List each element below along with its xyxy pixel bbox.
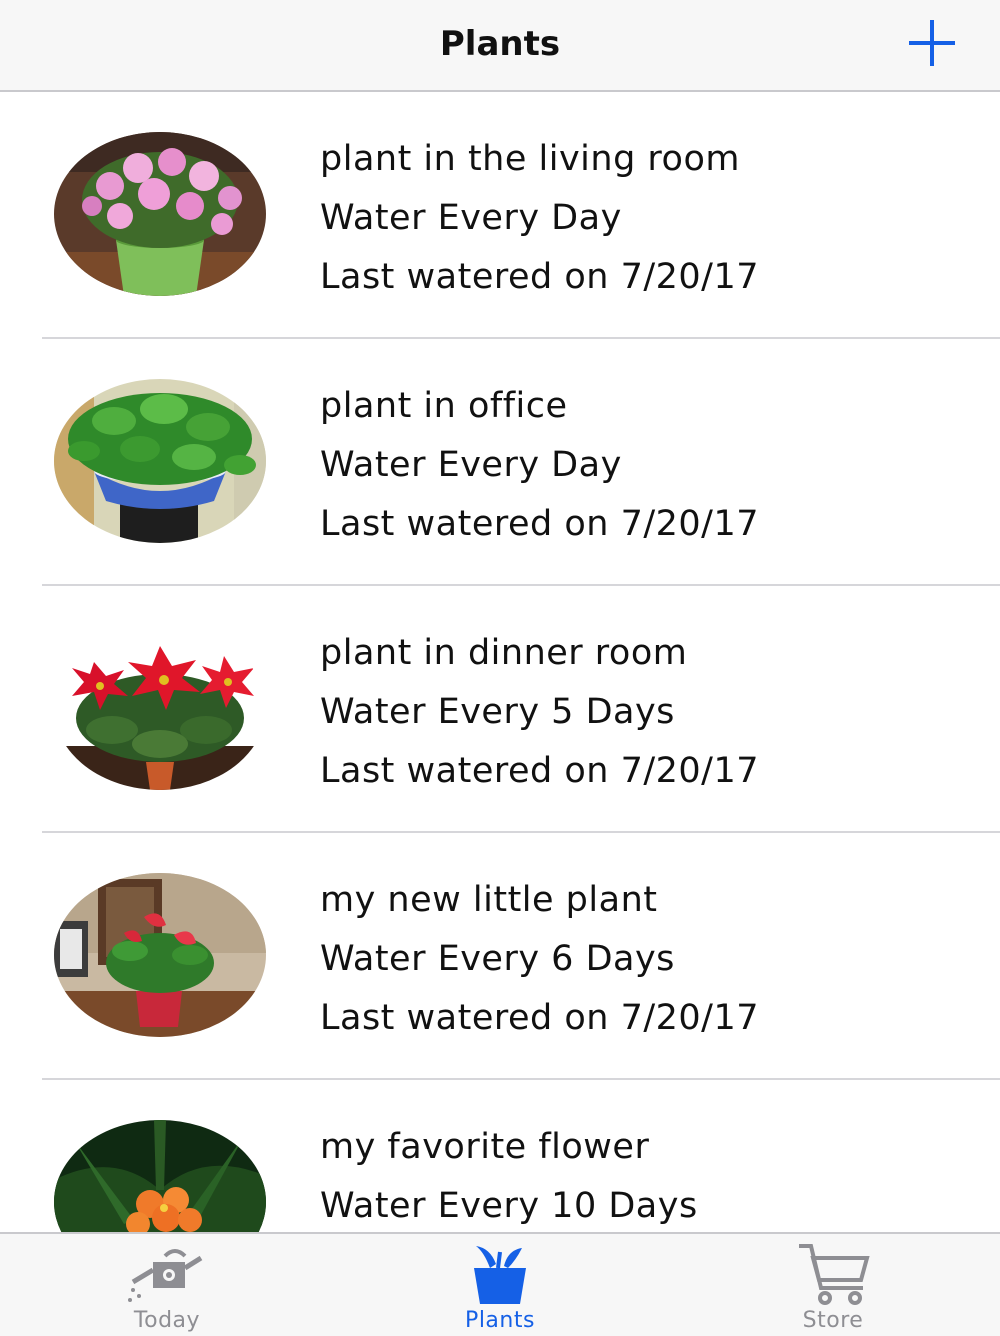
tab-today[interactable]: Today bbox=[67, 1234, 267, 1336]
flower-pot-icon bbox=[474, 1246, 526, 1304]
plant-row[interactable]: plant in the living room Water Every Day… bbox=[0, 92, 1000, 339]
last-watered-date: Last watered on 7/20/17 bbox=[320, 504, 760, 544]
plant-row[interactable]: plant in office Water Every Day Last wat… bbox=[0, 339, 1000, 586]
last-watered-date: Last watered on 7/20/17 bbox=[320, 257, 760, 297]
plant-name: my new little plant bbox=[320, 880, 658, 920]
tab-label: Today bbox=[133, 1308, 201, 1333]
shopping-cart-icon bbox=[799, 1244, 870, 1305]
plant-name: plant in office bbox=[320, 386, 568, 426]
plant-name: plant in dinner room bbox=[320, 633, 688, 673]
add-plant-button[interactable] bbox=[906, 20, 958, 66]
watering-frequency: Water Every Day bbox=[320, 198, 622, 238]
plant-row[interactable]: plant in dinner room Water Every 5 Days … bbox=[0, 586, 1000, 833]
page-title: Plants bbox=[439, 24, 561, 64]
pink-azalea-photo bbox=[54, 132, 266, 296]
watering-can-icon bbox=[128, 1249, 203, 1302]
plant-name: plant in the living room bbox=[320, 139, 740, 179]
plant-row[interactable]: my new little plant Water Every 6 Days L… bbox=[0, 833, 1000, 1080]
plus-icon bbox=[909, 20, 955, 66]
last-watered-date: Last watered on 7/20/17 bbox=[320, 751, 760, 791]
tab-label: Store bbox=[802, 1308, 864, 1333]
watering-frequency: Water Every Day bbox=[320, 445, 622, 485]
pothos-photo bbox=[54, 379, 266, 543]
anthurium-photo bbox=[54, 873, 266, 1037]
watering-frequency: Water Every 6 Days bbox=[320, 939, 675, 979]
clivia-photo bbox=[54, 1120, 266, 1232]
tab-plants[interactable]: Plants bbox=[400, 1234, 600, 1336]
tab-label: Plants bbox=[465, 1308, 535, 1333]
tab-store[interactable]: Store bbox=[733, 1234, 933, 1336]
watering-frequency: Water Every 10 Days bbox=[320, 1186, 698, 1226]
plant-name: my favorite flower bbox=[320, 1127, 650, 1167]
watering-frequency: Water Every 5 Days bbox=[320, 692, 675, 732]
poinsettia-photo bbox=[54, 626, 266, 790]
navigation-bar: Plants bbox=[0, 0, 1000, 92]
tab-bar: Today Plants Store bbox=[0, 1232, 1000, 1336]
last-watered-date: Last watered on 7/20/17 bbox=[320, 998, 760, 1038]
plant-list[interactable]: plant in the living room Water Every Day… bbox=[0, 92, 1000, 1232]
plant-row[interactable]: my favorite flower Water Every 10 Days bbox=[0, 1080, 1000, 1232]
